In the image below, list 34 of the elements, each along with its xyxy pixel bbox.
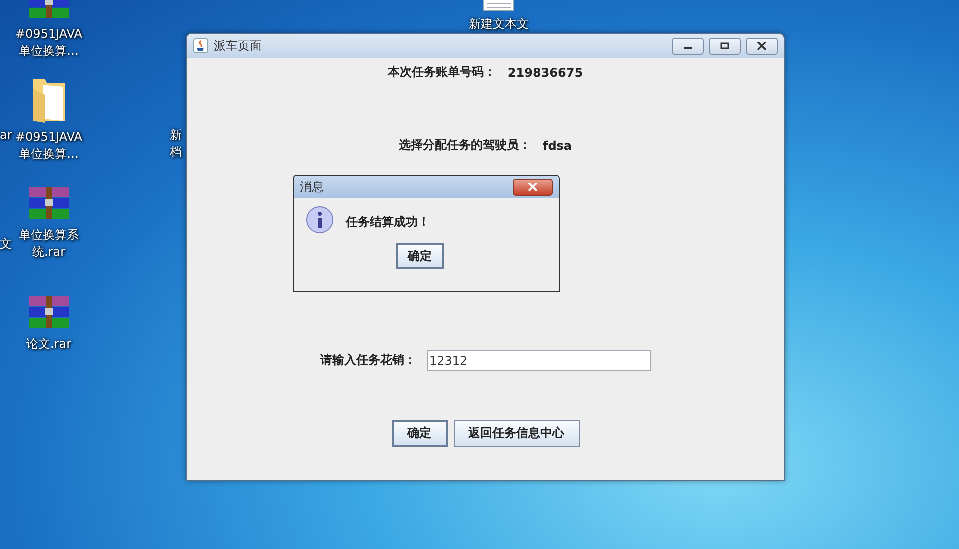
minimize-button[interactable] <box>672 38 704 54</box>
icon-label[interactable]: ar <box>0 127 12 144</box>
maximize-icon <box>720 42 730 50</box>
bill-number: 219836675 <box>508 66 584 80</box>
icon-label[interactable]: 单位换算… <box>18 43 79 60</box>
text-file-icon <box>483 0 515 12</box>
icon-label[interactable]: 新建文本文 <box>469 16 529 33</box>
icon-label[interactable]: 论文.rar <box>26 336 72 353</box>
info-icon <box>306 206 334 234</box>
close-button[interactable] <box>746 38 778 54</box>
cost-label: 请输入任务花销： <box>320 352 416 369</box>
maximize-button[interactable] <box>709 38 741 54</box>
back-button[interactable]: 返回任务信息中心 <box>454 420 580 447</box>
icon-label[interactable]: #0951JAVA <box>15 129 82 146</box>
dialog-title: 消息 <box>300 178 325 196</box>
icon-label[interactable]: #0951JAVA <box>15 26 82 43</box>
dialog-message: 任务结算成功！ <box>346 214 430 231</box>
confirm-button[interactable]: 确定 <box>392 420 448 447</box>
driver-name: fdsa <box>542 138 572 152</box>
icon-label[interactable]: 档 <box>170 144 182 161</box>
icon-label[interactable]: 单位换算… <box>18 146 79 163</box>
icon-label[interactable]: 新 <box>170 127 182 144</box>
close-button[interactable] <box>513 178 553 196</box>
close-icon <box>757 42 767 50</box>
bill-label: 本次任务账单号码： <box>388 64 496 81</box>
icon-label[interactable]: 统.rar <box>32 244 66 261</box>
cup-icon <box>193 38 209 54</box>
driver-label: 选择分配任务的驾驶员： <box>398 137 531 154</box>
ok-button[interactable]: 确定 <box>396 243 444 269</box>
close-icon <box>528 183 538 191</box>
cost-field[interactable]: 12312 <box>426 350 650 371</box>
icon-label[interactable]: 文 <box>0 236 12 253</box>
icon-label[interactable]: 单位换算系 <box>19 227 79 244</box>
window-title: 派车页面 <box>214 38 263 54</box>
